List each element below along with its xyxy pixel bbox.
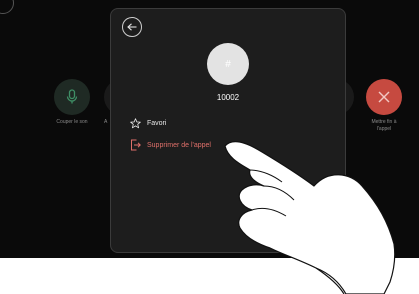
favorite-label: Favori <box>147 119 167 127</box>
microphone-icon <box>65 89 79 105</box>
contact-dialog: # 10002 Favori Supprimer de l'appel <box>110 8 346 253</box>
call-screen: Couper le son A Mettre fin à l'appel # 1… <box>0 0 419 258</box>
back-button[interactable] <box>122 17 142 37</box>
end-call-label: Mettre fin à l'appel <box>356 119 412 133</box>
exit-door-icon <box>129 139 141 151</box>
end-call-label-line1: Mettre fin à <box>371 119 397 125</box>
end-call-label-line2: l'appel <box>376 126 392 132</box>
close-icon <box>377 90 391 104</box>
avatar-glyph: # <box>225 58 231 70</box>
arrow-left-icon <box>127 18 137 36</box>
avatar: # <box>207 43 249 85</box>
favorite-menu-item[interactable]: Favori <box>129 117 166 129</box>
background-title <box>120 0 360 6</box>
star-outline-icon <box>129 117 141 129</box>
remove-from-call-menu-item[interactable]: Supprimer de l'appel <box>129 139 211 151</box>
contact-number: 10002 <box>216 93 240 102</box>
mute-label: Couper le son <box>56 119 88 125</box>
corner-button[interactable] <box>0 0 14 14</box>
mute-button[interactable] <box>54 79 90 115</box>
remove-from-call-label: Supprimer de l'appel <box>147 141 211 149</box>
end-call-button[interactable] <box>366 79 402 115</box>
